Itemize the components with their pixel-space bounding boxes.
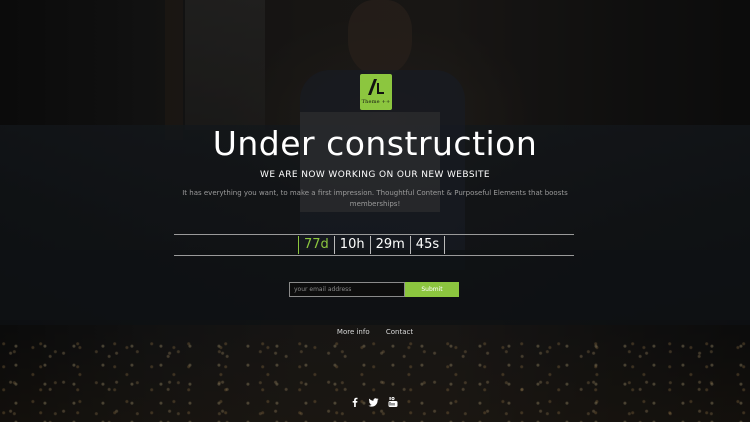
page-title: Under construction (212, 124, 538, 163)
page-subtitle: WE ARE NOW WORKING ON OUR NEW WEBSITE (260, 170, 490, 180)
footer-links: More info Contact (0, 328, 750, 336)
countdown-hours: 10h (333, 236, 370, 254)
submit-button[interactable]: Submit (405, 282, 459, 297)
email-field[interactable] (289, 282, 405, 297)
logo-text: Theme ++ (361, 99, 391, 105)
content: Theme ++ Under construction WE ARE NOW W… (0, 0, 750, 422)
countdown-days: 77d (298, 236, 334, 254)
youtube-icon[interactable] (387, 396, 399, 408)
more-info-link[interactable]: More info (337, 328, 370, 336)
countdown-minutes: 29m (369, 236, 410, 254)
contact-link[interactable]: Contact (386, 328, 413, 336)
social-links (349, 396, 399, 408)
countdown-seconds: 45s (409, 236, 446, 254)
subscribe-form: Submit (289, 282, 459, 297)
logo[interactable]: Theme ++ (360, 74, 392, 110)
logo-mark-icon (368, 79, 384, 95)
twitter-icon[interactable] (368, 396, 380, 408)
countdown-timer: 77d 10h 29m 45s (174, 234, 574, 256)
under-construction-page: Theme ++ Under construction WE ARE NOW W… (0, 0, 750, 422)
facebook-icon[interactable] (349, 396, 361, 408)
page-description: It has everything you want, to make a fi… (182, 189, 568, 208)
